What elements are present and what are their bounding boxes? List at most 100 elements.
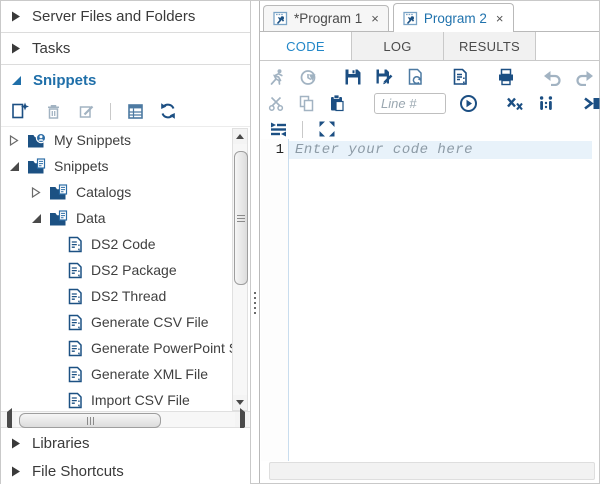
tree-item-my-snippets[interactable]: My Snippets [1,127,232,153]
snippet-properties-button[interactable] [125,101,145,121]
scissors-icon [268,95,285,112]
close-tab-icon[interactable]: × [371,12,379,25]
close-tab-icon[interactable]: × [496,12,504,25]
format-code-icon [537,95,555,112]
new-snippet-button[interactable] [10,101,30,121]
print-button[interactable] [497,67,515,87]
submission-history-button[interactable]: ▾ [299,67,316,87]
svg-text:;: ; [77,320,80,331]
editor-gutter: 1 [261,139,289,461]
redo-button[interactable] [575,67,594,87]
folder-snippet-icon [49,210,69,227]
code-editor[interactable]: 1 Enter your code here [261,139,599,483]
tree-item-ds2-thread[interactable]: ; DS2 Thread [1,283,232,309]
sidebar-section-tasks[interactable]: Tasks [1,33,250,65]
go-to-line-button[interactable] [459,93,478,113]
horizontal-scroll-thumb[interactable] [19,413,161,428]
tree-item-generate-csv[interactable]: ; Generate CSV File [1,309,232,335]
save-as-button[interactable] [375,67,394,87]
tab-log[interactable]: LOG [352,32,444,60]
snippet-file-icon: ; [67,340,84,357]
line-number-input[interactable] [374,93,446,114]
scroll-left-button[interactable] [2,412,16,427]
tree-item-generate-powerpoint[interactable]: ; Generate PowerPoint S [1,335,232,361]
code-outline-button[interactable] [268,119,288,139]
tabbar-filler [536,32,599,60]
folder-snippet-icon [27,158,47,175]
run-button[interactable] [268,67,286,87]
undo-button[interactable] [543,67,562,87]
section-label: Snippets [33,72,96,89]
svg-text:;: ; [77,372,80,383]
edit-icon [78,103,95,120]
program-toolbar: ▾ [260,61,599,144]
folder-user-icon [27,132,47,149]
scroll-right-button[interactable] [235,412,249,427]
maximize-view-button[interactable] [317,119,337,139]
tab-results[interactable]: RESULTS [444,32,536,60]
copy-icon [298,95,315,112]
caret-expanded-icon[interactable] [9,161,20,172]
tree-item-snippets[interactable]: Snippets [1,153,232,179]
view-tabbar: CODE LOG RESULTS [260,32,599,61]
scroll-up-button[interactable] [233,129,247,144]
tree-item-label: Snippets [54,158,108,174]
tree-item-label: DS2 Code [91,236,156,252]
tree-vertical-scrollbar[interactable] [232,128,248,411]
sidebar-section-server-files[interactable]: Server Files and Folders [1,1,250,33]
tab-program-2[interactable]: Program 2 × [393,3,514,32]
clear-code-button[interactable] [506,93,524,113]
tree-item-ds2-code[interactable]: ; DS2 Code [1,231,232,257]
maximize-icon [318,120,336,138]
tree-item-label: Catalogs [76,184,131,200]
cut-button[interactable] [268,93,285,113]
run-icon [268,68,286,86]
snippet-file-icon: ; [67,366,84,383]
tree-item-generate-xml[interactable]: ; Generate XML File [1,361,232,387]
recover-program-button[interactable] [407,67,424,87]
tree-horizontal-scrollbar[interactable] [1,411,250,428]
delete-snippet-button[interactable] [43,101,63,121]
tab-label: *Program 1 [294,11,362,26]
thumb-grip-icon [87,417,94,425]
caret-collapsed-icon[interactable] [31,187,42,198]
tree-item-label: Generate CSV File [91,314,209,330]
new-program-button[interactable]: ; [452,67,469,87]
save-button[interactable] [344,67,362,87]
svg-text:;: ; [77,294,80,305]
caret-expanded-icon[interactable] [31,213,42,224]
caret-right-icon [11,466,21,477]
tree-item-import-csv[interactable]: ; Import CSV File [1,387,232,411]
thumb-grip-icon [237,215,245,222]
vertical-scroll-thumb[interactable] [234,151,248,285]
sidebar-section-libraries[interactable]: Libraries [1,428,250,460]
editor-horizontal-scrollbar[interactable] [269,462,595,480]
toolbar-separator [302,121,303,138]
panel-splitter[interactable] [251,1,259,483]
sidebar-section-file-shortcuts[interactable]: File Shortcuts [1,459,250,484]
caret-collapsed-icon[interactable] [9,135,20,146]
copy-button[interactable] [298,93,315,113]
tab-program-1[interactable]: *Program 1 × [263,5,389,31]
tree-item-data[interactable]: Data [1,205,232,231]
batch-submit-icon [583,95,600,112]
tab-code[interactable]: CODE [260,32,352,60]
refresh-button[interactable] [158,101,178,121]
paste-icon [328,94,346,112]
line-number: 1 [276,142,284,158]
batch-submit-button[interactable] [583,93,600,113]
tree-item-ds2-package[interactable]: ; DS2 Package [1,257,232,283]
tree-item-catalogs[interactable]: Catalogs [1,179,232,205]
edit-snippet-button[interactable] [76,101,96,121]
section-label: File Shortcuts [32,463,124,480]
sidebar-section-snippets[interactable]: Snippets [1,65,250,96]
tab-label: Program 2 [424,11,487,26]
format-code-button[interactable] [537,93,555,113]
tree-item-label: Generate PowerPoint S [91,340,232,356]
folder-snippet-icon [49,184,69,201]
undo-icon [543,69,562,86]
paste-button[interactable] [328,93,346,113]
sas-program-icon [273,11,288,26]
tree-item-label: Generate XML File [91,366,208,382]
svg-text:;: ; [77,346,80,357]
